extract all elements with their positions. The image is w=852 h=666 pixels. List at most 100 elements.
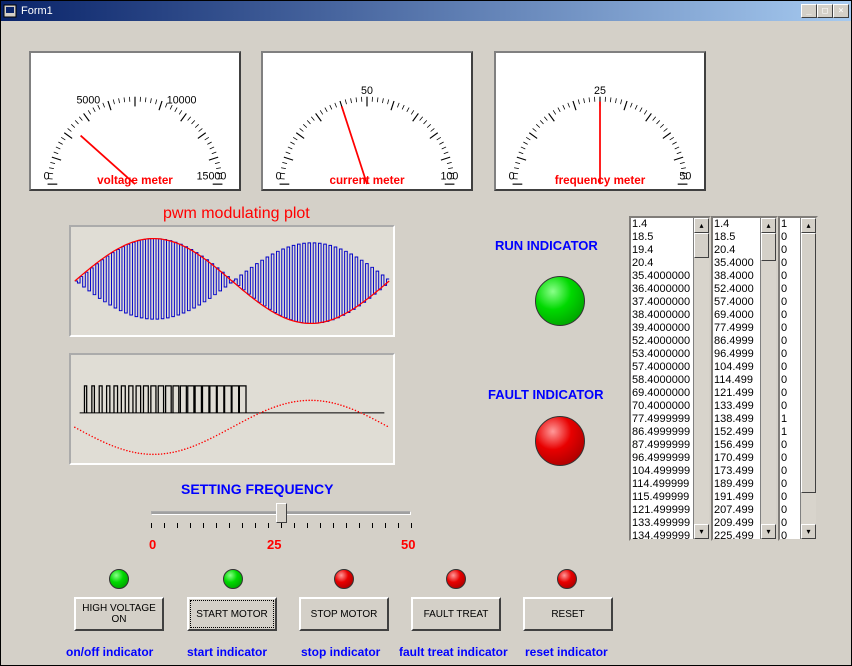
- list-item[interactable]: 0: [780, 530, 800, 539]
- list-item[interactable]: 52.4000: [713, 283, 760, 296]
- list-item[interactable]: 37.4000000: [631, 296, 693, 309]
- close-button[interactable]: ×: [833, 4, 849, 18]
- list-item[interactable]: 1: [780, 218, 800, 231]
- list-item[interactable]: 0: [780, 348, 800, 361]
- list-item[interactable]: 18.5: [631, 231, 693, 244]
- start-motor-button[interactable]: START MOTOR: [187, 597, 277, 631]
- list-item[interactable]: 96.4999: [713, 348, 760, 361]
- list-item[interactable]: 133.499999: [631, 517, 693, 530]
- list-item[interactable]: 77.4999: [713, 322, 760, 335]
- slider-thumb[interactable]: [276, 503, 287, 523]
- minimize-button[interactable]: _: [801, 4, 817, 18]
- list-item[interactable]: 0: [780, 231, 800, 244]
- list-item[interactable]: 0: [780, 335, 800, 348]
- list-item[interactable]: 189.499: [713, 478, 760, 491]
- list-item[interactable]: 0: [780, 283, 800, 296]
- list-item[interactable]: 1: [780, 413, 800, 426]
- list-item[interactable]: 19.4: [631, 244, 693, 257]
- list-item[interactable]: 133.499: [713, 400, 760, 413]
- list-item[interactable]: 52.4000000: [631, 335, 693, 348]
- scroll-down-icon[interactable]: ▾: [694, 524, 709, 539]
- list-item[interactable]: 0: [780, 270, 800, 283]
- list-item[interactable]: 70.4000000: [631, 400, 693, 413]
- listbox-3[interactable]: 1000000000000001100000000 ▴ ▾: [778, 216, 818, 541]
- list-item[interactable]: 86.4999: [713, 335, 760, 348]
- list-item[interactable]: 138.499: [713, 413, 760, 426]
- list-item[interactable]: 0: [780, 296, 800, 309]
- fault-treat-button[interactable]: FAULT TREAT: [411, 597, 501, 631]
- scrollbar[interactable]: ▴ ▾: [800, 218, 816, 539]
- list-item[interactable]: 0: [780, 322, 800, 335]
- list-item[interactable]: 0: [780, 257, 800, 270]
- listbox-2[interactable]: 1.418.520.435.400038.400052.400057.40006…: [711, 216, 778, 541]
- maximize-button[interactable]: □: [817, 4, 833, 18]
- list-item[interactable]: 0: [780, 361, 800, 374]
- scroll-up-icon[interactable]: ▴: [761, 218, 776, 233]
- list-item[interactable]: 1.4: [631, 218, 693, 231]
- list-item[interactable]: 58.4000000: [631, 374, 693, 387]
- list-item[interactable]: 20.4: [713, 244, 760, 257]
- list-item[interactable]: 87.4999999: [631, 439, 693, 452]
- list-item[interactable]: 86.4999999: [631, 426, 693, 439]
- list-item[interactable]: 170.499: [713, 452, 760, 465]
- list-item[interactable]: 69.4000000: [631, 387, 693, 400]
- scroll-up-icon[interactable]: ▴: [694, 218, 709, 233]
- list-item[interactable]: 36.4000000: [631, 283, 693, 296]
- list-item[interactable]: 0: [780, 452, 800, 465]
- scroll-down-icon[interactable]: ▾: [761, 524, 776, 539]
- list-item[interactable]: 0: [780, 465, 800, 478]
- list-item[interactable]: 0: [780, 400, 800, 413]
- list-item[interactable]: 20.4: [631, 257, 693, 270]
- scroll-thumb[interactable]: [801, 233, 816, 493]
- list-item[interactable]: 152.499: [713, 426, 760, 439]
- list-item[interactable]: 121.499999: [631, 504, 693, 517]
- list-item[interactable]: 96.4999999: [631, 452, 693, 465]
- list-item[interactable]: 104.499: [713, 361, 760, 374]
- scrollbar[interactable]: ▴ ▾: [693, 218, 709, 539]
- list-item[interactable]: 114.499999: [631, 478, 693, 491]
- list-item[interactable]: 77.4999999: [631, 413, 693, 426]
- list-item[interactable]: 35.4000: [713, 257, 760, 270]
- list-item[interactable]: 134.499999: [631, 530, 693, 539]
- list-item[interactable]: 114.499: [713, 374, 760, 387]
- list-item[interactable]: 0: [780, 478, 800, 491]
- list-item[interactable]: 35.4000000: [631, 270, 693, 283]
- list-item[interactable]: 0: [780, 439, 800, 452]
- list-item[interactable]: 0: [780, 504, 800, 517]
- list-item[interactable]: 115.499999: [631, 491, 693, 504]
- list-item[interactable]: 0: [780, 244, 800, 257]
- list-item[interactable]: 104.499999: [631, 465, 693, 478]
- list-item[interactable]: 69.4000: [713, 309, 760, 322]
- list-item[interactable]: 207.499: [713, 504, 760, 517]
- list-item[interactable]: 1: [780, 426, 800, 439]
- reset-button[interactable]: RESET: [523, 597, 613, 631]
- list-item[interactable]: 18.5: [713, 231, 760, 244]
- list-item[interactable]: 191.499: [713, 491, 760, 504]
- list-item[interactable]: 38.4000: [713, 270, 760, 283]
- list-item[interactable]: 173.499: [713, 465, 760, 478]
- list-item[interactable]: 1.4: [713, 218, 760, 231]
- list-item[interactable]: 0: [780, 374, 800, 387]
- scroll-thumb[interactable]: [694, 233, 709, 258]
- list-item[interactable]: 0: [780, 387, 800, 400]
- list-item[interactable]: 121.499: [713, 387, 760, 400]
- list-item[interactable]: 39.4000000: [631, 322, 693, 335]
- stop-motor-button[interactable]: STOP MOTOR: [299, 597, 389, 631]
- list-item[interactable]: 38.4000000: [631, 309, 693, 322]
- list-item[interactable]: 53.4000000: [631, 348, 693, 361]
- scroll-thumb[interactable]: [761, 233, 776, 261]
- list-item[interactable]: 57.4000: [713, 296, 760, 309]
- scroll-up-icon[interactable]: ▴: [801, 218, 816, 233]
- frequency-slider[interactable]: [141, 505, 421, 535]
- list-item[interactable]: 225.499: [713, 530, 760, 539]
- list-item[interactable]: 0: [780, 491, 800, 504]
- list-item[interactable]: 156.499: [713, 439, 760, 452]
- list-item[interactable]: 0: [780, 309, 800, 322]
- scroll-down-icon[interactable]: ▾: [801, 524, 816, 539]
- high-voltage-on-button[interactable]: HIGH VOLTAGE ON: [74, 597, 164, 631]
- list-item[interactable]: 57.4000000: [631, 361, 693, 374]
- listbox-1[interactable]: 1.418.519.420.435.400000036.400000037.40…: [629, 216, 711, 541]
- list-item[interactable]: 0: [780, 517, 800, 530]
- list-item[interactable]: 209.499: [713, 517, 760, 530]
- scrollbar[interactable]: ▴ ▾: [760, 218, 776, 539]
